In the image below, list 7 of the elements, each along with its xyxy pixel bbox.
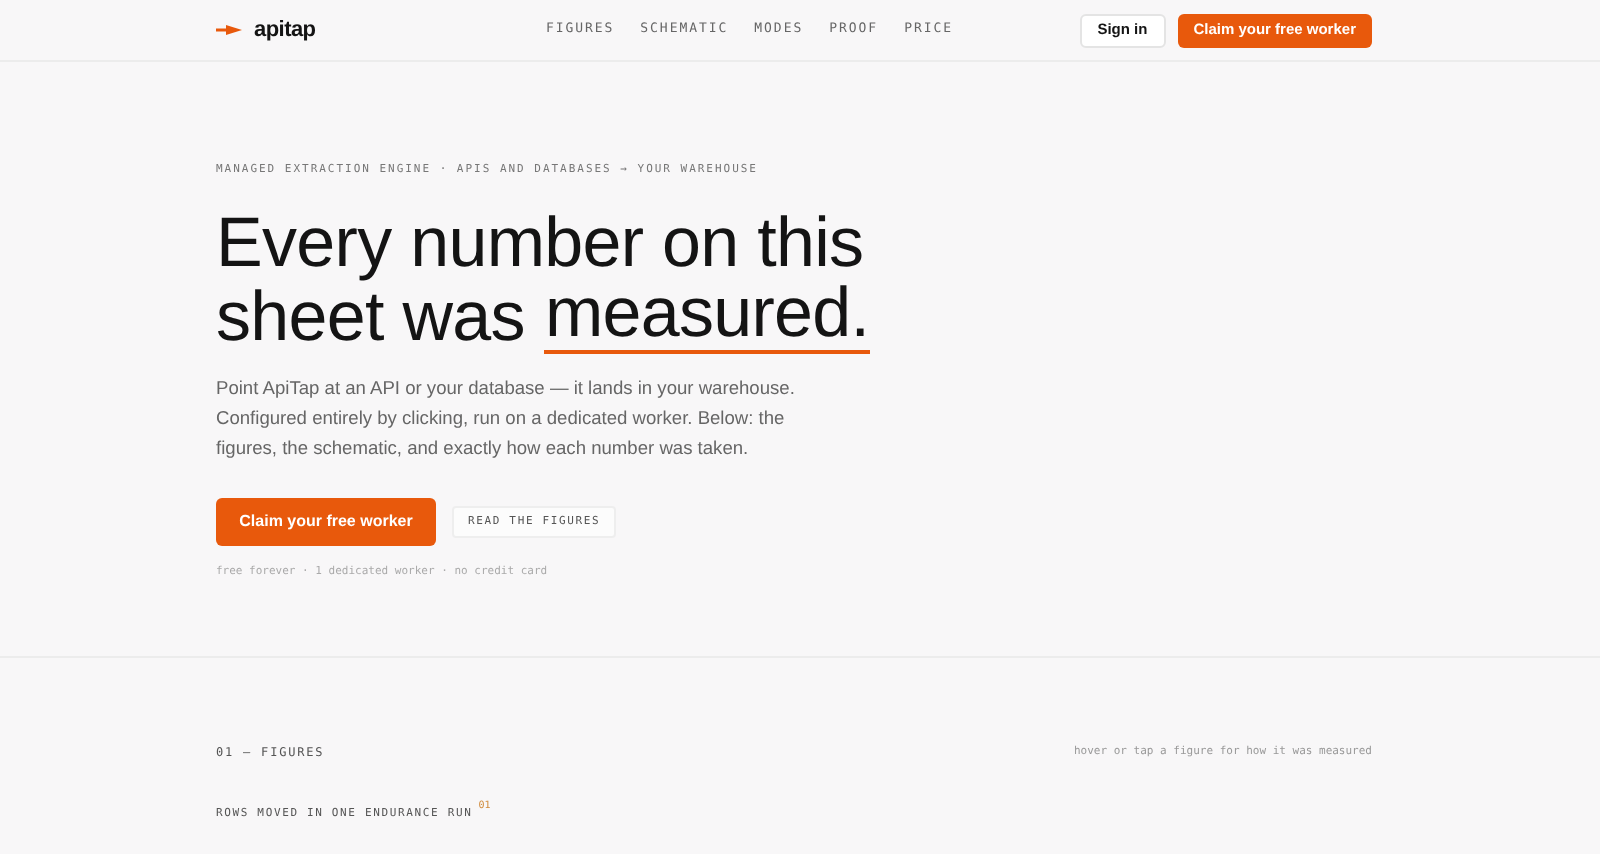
underlined-word: measured.	[544, 280, 870, 355]
brand-name[interactable]: apitap	[254, 13, 316, 47]
headline-line: Every number on this	[216, 206, 866, 281]
hero-paragraph: Point ApiTap at an API or your database — it lands in your warehouse. Configured entirely by clicking, run on a dedicated worker. Below: the figures, the schematic, and exactly how each number was taken.	[216, 376, 797, 463]
logo-icon	[216, 22, 244, 38]
claim-button[interactable]: Claim your free worker	[216, 498, 436, 547]
headline-line: sheet was	[216, 280, 525, 355]
